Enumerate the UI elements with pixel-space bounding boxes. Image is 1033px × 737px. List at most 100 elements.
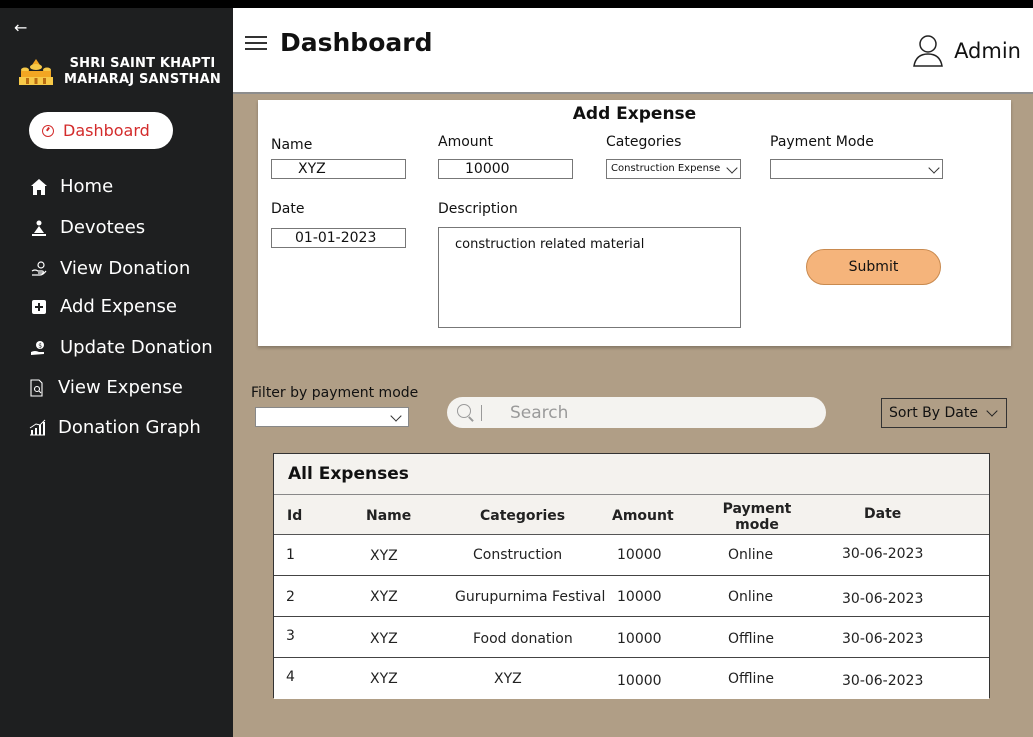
- categories-label: Categories: [606, 134, 682, 150]
- main-content: Add Expense Name XYZ Amount 10000 Catego…: [233, 94, 1033, 737]
- amount-label: Amount: [438, 134, 494, 150]
- column-date: Date: [864, 506, 902, 522]
- sort-by-date-select[interactable]: Sort By Date: [881, 398, 1007, 428]
- cell-amount: 10000: [617, 589, 662, 605]
- top-strip: [0, 0, 1033, 8]
- cell-date: 30-06-2023: [842, 631, 924, 647]
- sidebar-item-update-donation[interactable]: $ Update Donation: [29, 337, 213, 358]
- sidebar-item-devotees-label: Devotees: [60, 217, 146, 238]
- brand-name: SHRI SAINT KHAPTI MAHARAJ SANSTHAN: [64, 56, 221, 88]
- cell-payment-mode: Online: [728, 547, 774, 563]
- svg-text:$: $: [38, 342, 42, 349]
- expenses-table: All Expenses Id Name Categories Amount P…: [273, 453, 990, 699]
- user-menu[interactable]: Admin: [912, 34, 1021, 68]
- table-row[interactable]: 4 XYZ XYZ 10000 Offline 30-06-2023: [274, 658, 989, 699]
- column-payment-mode: Payment mode: [722, 501, 792, 533]
- search-input[interactable]: [510, 402, 760, 423]
- sidebar-item-view-donation[interactable]: View Donation: [29, 258, 190, 279]
- name-label: Name: [271, 137, 313, 153]
- back-arrow-icon[interactable]: ←: [14, 18, 27, 37]
- plus-square-icon: [29, 297, 49, 317]
- home-icon: [29, 177, 49, 197]
- chevron-down-icon: [986, 405, 998, 417]
- categories-value: Construction Expense: [611, 163, 721, 174]
- description-field[interactable]: construction related material: [438, 227, 741, 328]
- donation-icon: [29, 259, 49, 279]
- table-title: All Expenses: [288, 464, 409, 484]
- cell-payment-mode: Offline: [728, 671, 774, 687]
- payment-mode-label: Payment Mode: [770, 134, 874, 150]
- search-divider: [481, 404, 482, 421]
- user-name: Admin: [954, 39, 1021, 63]
- chevron-down-icon: [928, 162, 940, 174]
- brand-line-1: SHRI SAINT KHAPTI: [69, 56, 216, 71]
- column-id: Id: [287, 508, 303, 524]
- sidebar: ← SHRI SAINT KHAPTI MAHARAJ SANSTHAN Das…: [0, 8, 233, 737]
- amount-field[interactable]: 10000: [438, 159, 573, 179]
- sidebar-item-dashboard[interactable]: Dashboard: [29, 112, 173, 149]
- document-search-icon: [27, 378, 47, 398]
- cell-amount: 10000: [617, 547, 662, 563]
- sidebar-item-donation-graph-label: Donation Graph: [58, 417, 201, 438]
- form-title: Add Expense: [572, 104, 697, 124]
- sidebar-item-dashboard-label: Dashboard: [63, 121, 150, 140]
- header: Dashboard Admin: [233, 8, 1033, 94]
- sidebar-item-donation-graph[interactable]: Donation Graph: [27, 417, 201, 438]
- cell-date: 30-06-2023: [842, 673, 924, 689]
- devotees-icon: [29, 218, 49, 238]
- payment-mode-select[interactable]: [770, 159, 943, 179]
- hamburger-menu-icon[interactable]: [245, 36, 267, 50]
- cell-category: XYZ: [494, 671, 522, 687]
- user-icon: [913, 35, 943, 67]
- payment-mode-filter[interactable]: [255, 407, 409, 427]
- sidebar-item-devotees[interactable]: Devotees: [29, 217, 145, 238]
- cell-amount: 10000: [617, 673, 662, 689]
- date-field[interactable]: 01-01-2023: [271, 228, 406, 248]
- cell-id: 4: [286, 669, 295, 685]
- add-expense-form: Add Expense Name XYZ Amount 10000 Catego…: [258, 100, 1011, 346]
- sidebar-item-add-expense[interactable]: Add Expense: [29, 296, 177, 317]
- cell-payment-mode: Offline: [728, 631, 774, 647]
- chevron-down-icon: [726, 162, 738, 174]
- sidebar-item-update-donation-label: Update Donation: [60, 337, 213, 358]
- table-row[interactable]: 2 XYZ Gurupurnima Festival 10000 Online …: [274, 576, 989, 617]
- sidebar-item-view-expense-label: View Expense: [58, 377, 183, 398]
- brand: SHRI SAINT KHAPTI MAHARAJ SANSTHAN: [18, 56, 221, 88]
- name-field[interactable]: XYZ: [271, 159, 406, 179]
- column-name: Name: [366, 508, 412, 524]
- column-categories: Categories: [480, 508, 566, 524]
- table-row[interactable]: 1 XYZ Construction 10000 Online 30-06-20…: [274, 535, 989, 576]
- sidebar-item-view-expense[interactable]: View Expense: [27, 377, 183, 398]
- money-hand-icon: $: [29, 338, 49, 358]
- graph-icon: [27, 418, 47, 438]
- cell-amount: 10000: [617, 631, 662, 647]
- cell-date: 30-06-2023: [842, 546, 924, 562]
- cell-name: XYZ: [370, 589, 398, 605]
- dashboard-gauge-icon: [42, 124, 54, 137]
- cell-payment-mode: Online: [728, 589, 774, 605]
- cell-name: XYZ: [370, 631, 398, 647]
- temple-logo-icon: [19, 59, 53, 85]
- sidebar-item-add-expense-label: Add Expense: [60, 296, 177, 317]
- sidebar-item-home-label: Home: [60, 176, 114, 197]
- filter-label: Filter by payment mode: [251, 385, 419, 401]
- date-label: Date: [271, 201, 305, 217]
- sort-label: Sort By Date: [889, 405, 978, 421]
- search-bar: [447, 397, 826, 428]
- categories-select[interactable]: Construction Expense: [606, 159, 741, 179]
- column-amount: Amount: [612, 508, 674, 524]
- cell-date: 30-06-2023: [842, 591, 924, 607]
- description-label: Description: [438, 201, 518, 217]
- cell-category: Construction: [473, 547, 563, 563]
- table-row[interactable]: 3 XYZ Food donation 10000 Offline 30-06-…: [274, 617, 989, 658]
- sidebar-item-view-donation-label: View Donation: [60, 258, 191, 279]
- chevron-down-icon: [390, 410, 402, 422]
- cell-id: 3: [286, 628, 295, 644]
- table-header: Id Name Categories Amount Payment mode D…: [274, 494, 989, 535]
- cell-name: XYZ: [370, 671, 398, 687]
- cell-name: XYZ: [370, 548, 398, 564]
- brand-line-2: MAHARAJ SANSTHAN: [64, 72, 221, 87]
- sidebar-item-home[interactable]: Home: [29, 176, 113, 197]
- search-icon: [457, 403, 475, 422]
- submit-button[interactable]: Submit: [806, 249, 941, 285]
